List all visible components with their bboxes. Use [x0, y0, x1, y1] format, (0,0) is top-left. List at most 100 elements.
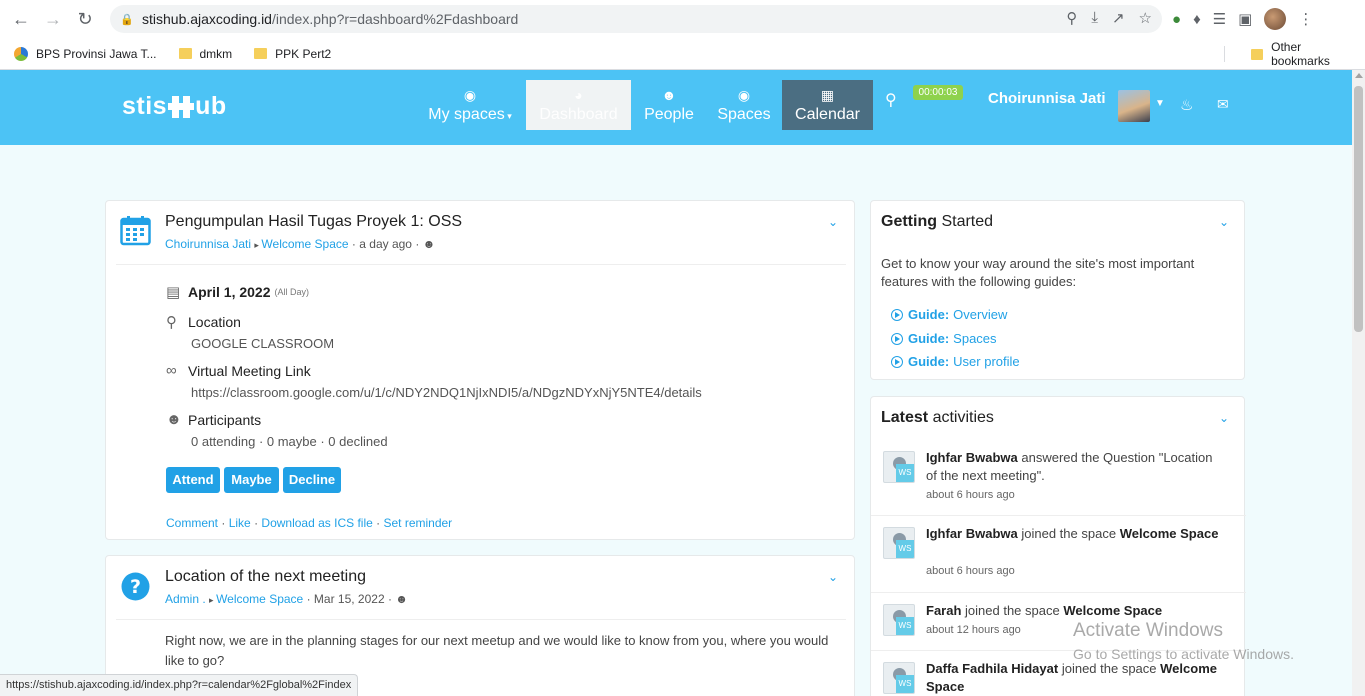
post-author[interactable]: Choirunnisa Jati: [165, 237, 251, 251]
media-queue-icon[interactable]: ☰: [1213, 10, 1226, 28]
nav-my-spaces[interactable]: ◉ My spaces ▾: [420, 80, 520, 130]
scrollbar-thumb[interactable]: [1354, 86, 1363, 332]
bookmark-dmkm[interactable]: dmkm: [178, 47, 232, 61]
star-icon[interactable]: ☆: [1139, 9, 1152, 27]
post-title[interactable]: Location of the next meeting: [165, 568, 366, 586]
event-vml-row: ∞ Virtual Meeting Link: [166, 362, 311, 379]
users-icon: · ☻: [415, 237, 436, 251]
folder-icon: [254, 48, 268, 59]
bookmark-ppk[interactable]: PPK Pert2: [254, 47, 331, 61]
nav-dashboard[interactable]: ◕ Dashboard: [526, 80, 631, 130]
maybe-button[interactable]: Maybe: [224, 467, 279, 493]
activity-item[interactable]: WS Ighfar Bwabwa joined the space Welcom…: [883, 526, 1223, 587]
comment-link[interactable]: Comment: [166, 516, 218, 530]
site-logo[interactable]: stis ub: [122, 92, 227, 121]
key-icon[interactable]: ⚲: [1066, 9, 1077, 27]
attend-button[interactable]: Attend: [166, 467, 220, 493]
post-actions: Comment · Like · Download as ICS file · …: [166, 516, 453, 530]
user-avatar: WS: [883, 527, 915, 559]
decline-button[interactable]: Decline: [283, 467, 341, 493]
caret-right-icon: ▸: [209, 595, 217, 605]
caret-down-icon[interactable]: ▼: [1155, 98, 1165, 109]
panel-title: Latest activities: [881, 409, 994, 426]
chevron-down-icon[interactable]: ⌄: [828, 215, 838, 229]
user-avatar[interactable]: [1118, 90, 1150, 122]
getting-started-text: Get to know your way around the site's m…: [881, 256, 1195, 289]
panel-title: Getting Started: [881, 213, 994, 230]
event-participants-row: ☻ Participants: [166, 411, 262, 428]
nav-calendar[interactable]: ▦ Calendar: [782, 80, 873, 130]
set-reminder-link[interactable]: Set reminder: [383, 516, 452, 530]
chevron-down-icon[interactable]: ⌄: [828, 570, 838, 584]
profile-avatar[interactable]: [1264, 8, 1287, 30]
bell-icon[interactable]: ♨: [1180, 96, 1193, 114]
play-circle-icon: [891, 332, 903, 345]
windows-activation-watermark: Activate Windows Go to Settings to activ…: [1073, 620, 1294, 662]
mail-icon[interactable]: ✉: [1217, 96, 1229, 113]
svg-text:?: ?: [130, 576, 141, 598]
activity-item[interactable]: WS Daffa Fadhila Hidayat joined the spac…: [883, 661, 1223, 696]
page-scrollbar[interactable]: [1352, 70, 1365, 696]
post-space[interactable]: Welcome Space: [261, 237, 348, 251]
post-space[interactable]: Welcome Space: [216, 592, 303, 606]
side-panel-icon[interactable]: ▣: [1238, 10, 1252, 28]
user-avatar: WS: [883, 662, 915, 694]
bookmark-bps[interactable]: BPS Provinsi Jawa T...: [14, 46, 157, 61]
forward-icon[interactable]: →: [42, 8, 64, 30]
bookmarks-bar: BPS Provinsi Jawa T... dmkm PPK Pert2 Ot…: [0, 38, 1365, 70]
lock-icon: 🔒: [120, 13, 134, 26]
event-date-row: ▤ April 1, 2022 (All Day): [166, 284, 310, 301]
chevron-down-icon[interactable]: ⌄: [1219, 215, 1229, 229]
chevron-down-icon[interactable]: ⌄: [1219, 411, 1229, 425]
event-post: Pengumpulan Hasil Tugas Proyek 1: OSS ⌄ …: [105, 200, 855, 540]
url-text: stishub.ajaxcoding.id/index.php?r=dashbo…: [142, 11, 519, 27]
install-icon[interactable]: ⤓: [1091, 9, 1098, 27]
event-vml-link[interactable]: https://classroom.google.com/u/1/c/NDY2N…: [191, 385, 702, 400]
caret-down-icon: ▾: [504, 111, 512, 121]
event-location-row: ⚲ Location: [166, 314, 241, 331]
address-bar[interactable]: 🔒 stishub.ajaxcoding.id/index.php?r=dash…: [110, 5, 1162, 33]
app-header: stis ub ◉ My spaces ▾ ◕ Dashboard ☻ Peopl…: [0, 70, 1352, 145]
user-avatar: WS: [883, 451, 915, 483]
file-icon: ▤: [166, 284, 181, 301]
reload-icon[interactable]: ↻: [74, 8, 96, 30]
browser-toolbar: ← → ↻ 🔒 stishub.ajaxcoding.id/index.php?…: [0, 0, 1365, 38]
getting-started-panel: Getting Started ⌄ Get to know your way a…: [870, 200, 1245, 380]
scroll-up-icon[interactable]: [1355, 73, 1363, 78]
play-circle-icon: [891, 308, 903, 321]
bookmark-other[interactable]: Other bookmarks: [1251, 38, 1357, 70]
browser-menu-icon[interactable]: ⋮: [1298, 10, 1313, 28]
download-ics-link[interactable]: Download as ICS file: [261, 516, 372, 530]
extensions-puzzle-icon[interactable]: ♦: [1193, 11, 1201, 28]
user-name[interactable]: Choirunnisa Jati: [988, 90, 1106, 107]
post-time: a day ago: [359, 237, 412, 251]
divider: [116, 619, 846, 620]
guide-user-profile-link[interactable]: Guide: User profile: [891, 354, 1020, 369]
nav-people[interactable]: ☻ People: [638, 80, 700, 130]
event-location-value: GOOGLE CLASSROOM: [191, 336, 335, 351]
share-icon[interactable]: ↗: [1112, 9, 1125, 27]
browser-status-url: https://stishub.ajaxcoding.id/index.php?…: [0, 674, 359, 696]
nav-spaces[interactable]: ◉ Spaces: [712, 80, 776, 130]
folder-icon: [1251, 48, 1264, 60]
post-author[interactable]: Admin .: [165, 592, 206, 606]
users-icon: ☻: [661, 87, 677, 103]
back-icon[interactable]: ←: [10, 8, 32, 30]
search-icon[interactable]: ⚲: [885, 90, 897, 110]
guide-spaces-link[interactable]: Guide: Spaces: [891, 331, 997, 346]
user-avatar: WS: [883, 604, 915, 636]
bps-logo-icon: [14, 46, 28, 61]
target-icon: ◉: [737, 87, 751, 103]
extension-globe-icon[interactable]: ●: [1172, 11, 1181, 28]
activity-divider: [871, 592, 1246, 593]
folder-icon: [178, 48, 192, 59]
post-title[interactable]: Pengumpulan Hasil Tugas Proyek 1: OSS: [165, 213, 462, 231]
calendar-icon: [120, 216, 151, 246]
users-icon: ☻: [166, 411, 182, 428]
link-icon: ∞: [166, 362, 177, 379]
activity-item[interactable]: WS Ighfar Bwabwa answered the Question "…: [883, 450, 1223, 511]
guide-overview-link[interactable]: Guide: Overview: [891, 307, 1007, 322]
calendar-icon: ▦: [820, 87, 835, 103]
like-link[interactable]: Like: [229, 516, 251, 530]
post-meta: Admin . ▸ Welcome Space · Mar 15, 2022 ·…: [165, 592, 408, 606]
